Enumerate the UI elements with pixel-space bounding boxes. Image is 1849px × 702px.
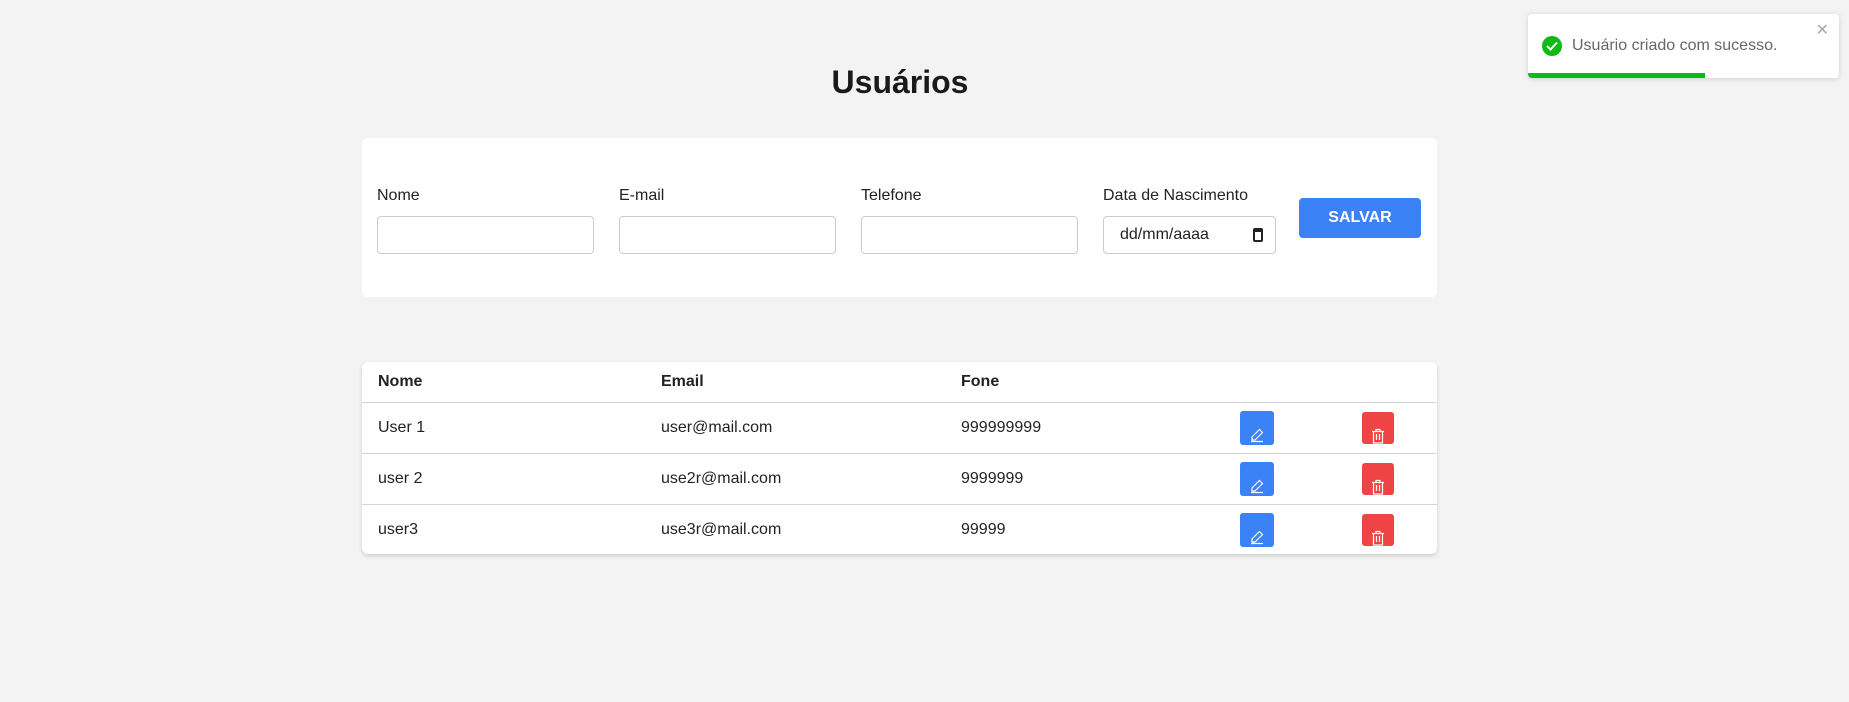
cell-email: user@mail.com (661, 419, 773, 436)
table-row: user3 use3r@mail.com 99999 (362, 504, 1437, 555)
cell-fone: 99999 (961, 521, 1006, 538)
cell-nome: user3 (378, 521, 419, 538)
edit-button[interactable] (1240, 411, 1274, 445)
check-circle-icon (1542, 36, 1562, 56)
nome-label: Nome (377, 187, 420, 204)
delete-button[interactable] (1362, 412, 1394, 444)
telefone-label: Telefone (861, 187, 922, 204)
header-nome: Nome (378, 373, 423, 390)
cell-fone: 999999999 (961, 419, 1042, 436)
telefone-field: Telefone (861, 187, 1078, 254)
cell-email: use3r@mail.com (661, 521, 782, 538)
trash-icon (1371, 530, 1385, 551)
birthdate-input[interactable]: dd/mm/aaaa (1103, 216, 1276, 254)
telefone-input[interactable] (861, 216, 1078, 254)
save-button[interactable]: SALVAR (1299, 198, 1421, 238)
user-form: Nome E-mail Telefone Data de Nascimento d… (362, 138, 1437, 297)
cell-email: use2r@mail.com (661, 470, 782, 487)
header-fone: Fone (961, 373, 1000, 390)
delete-button[interactable] (1362, 463, 1394, 495)
toast-progress-bar (1528, 73, 1706, 78)
edit-button[interactable] (1240, 513, 1274, 547)
email-label: E-mail (619, 187, 665, 204)
email-field: E-mail (619, 187, 836, 254)
users-table: Nome Email Fone User 1 user@mail.com 999… (362, 362, 1437, 554)
toast-message: Usuário criado com sucesso. (1572, 37, 1778, 54)
delete-button[interactable] (1362, 514, 1394, 546)
success-toast: Usuário criado com sucesso. ✕ (1528, 14, 1839, 78)
birthdate-placeholder: dd/mm/aaaa (1120, 226, 1209, 243)
cell-fone: 9999999 (961, 470, 1024, 487)
pencil-icon (1249, 427, 1265, 448)
nome-field: Nome (377, 187, 594, 254)
trash-icon (1371, 479, 1385, 500)
table-header: Nome Email Fone (362, 362, 1437, 402)
header-email: Email (661, 373, 704, 390)
nome-input[interactable] (377, 216, 594, 254)
calendar-icon[interactable] (1253, 228, 1263, 242)
edit-button[interactable] (1240, 462, 1274, 496)
trash-icon (1371, 428, 1385, 449)
pencil-icon (1249, 478, 1265, 499)
table-row: user 2 use2r@mail.com 9999999 (362, 453, 1437, 504)
email-input[interactable] (619, 216, 836, 254)
close-icon[interactable]: ✕ (1816, 20, 1829, 40)
pencil-icon (1249, 529, 1265, 550)
birthdate-label: Data de Nascimento (1103, 187, 1248, 204)
cell-nome: user 2 (378, 470, 423, 487)
cell-nome: User 1 (378, 419, 426, 436)
birthdate-field: Data de Nascimento dd/mm/aaaa (1103, 187, 1276, 254)
table-row: User 1 user@mail.com 999999999 (362, 402, 1437, 453)
